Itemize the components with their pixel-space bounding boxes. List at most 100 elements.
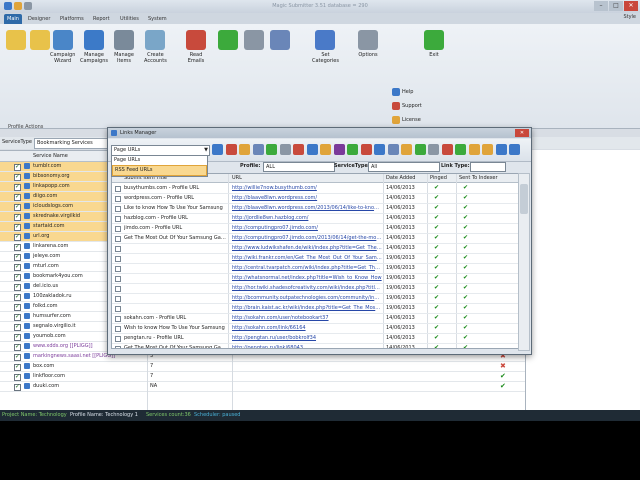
- row-checkbox[interactable]: [14, 272, 21, 281]
- toolbar-tool-icon[interactable]: [387, 144, 399, 155]
- link-row-checkbox[interactable]: [115, 246, 121, 252]
- toolbar-tool-icon[interactable]: [455, 144, 466, 155]
- link-row-checkbox[interactable]: [115, 296, 121, 302]
- link-url[interactable]: http://whatsnormal.net/index.php?title=W…: [232, 273, 382, 283]
- link-row-checkbox[interactable]: [115, 226, 121, 232]
- link-row-checkbox[interactable]: [115, 286, 121, 292]
- service-name-header[interactable]: Service Name: [33, 151, 68, 161]
- profile-filter-select[interactable]: ALL: [263, 162, 335, 172]
- toolbar-tool-icon[interactable]: [482, 144, 493, 155]
- toolbar-tool-icon[interactable]: [509, 144, 520, 155]
- link-row-checkbox[interactable]: [115, 196, 121, 202]
- link-url[interactable]: http://computingpro07.jimdo.com/2013/06/…: [232, 233, 382, 243]
- toolbar-tool-icon[interactable]: [225, 144, 237, 155]
- link-row-checkbox[interactable]: [115, 256, 121, 262]
- row-checkbox[interactable]: [14, 372, 21, 381]
- link-url[interactable]: http://hor.twiki.shadesofcreativity.com/…: [232, 283, 382, 293]
- campaign-wizard-button[interactable]: Campaign Wizard: [50, 30, 75, 64]
- row-checkbox[interactable]: [14, 312, 21, 321]
- tab-platforms[interactable]: Platforms: [60, 14, 84, 24]
- profile-button[interactable]: [6, 30, 26, 52]
- row-checkbox[interactable]: [14, 382, 21, 391]
- network-button[interactable]: [270, 30, 290, 52]
- row-checkbox[interactable]: [14, 342, 21, 351]
- row-checkbox[interactable]: [14, 352, 21, 361]
- help-button[interactable]: Help: [392, 88, 413, 96]
- link-url[interactable]: http://wiki.frankr.com/en/Get_The_Most_O…: [232, 253, 382, 263]
- link-row-checkbox[interactable]: [115, 326, 121, 332]
- minimize-button[interactable]: –: [594, 1, 608, 11]
- tab-main[interactable]: Main: [4, 14, 22, 24]
- toolbar-tool-icon[interactable]: [212, 144, 223, 155]
- row-checkbox[interactable]: [14, 332, 21, 341]
- table-row[interactable]: duuki.com NA ✔: [0, 382, 525, 392]
- style-menu[interactable]: Style: [623, 14, 636, 20]
- col-date-header[interactable]: Date Added: [386, 174, 415, 182]
- row-checkbox[interactable]: [14, 322, 21, 331]
- support-button[interactable]: Support: [392, 102, 422, 110]
- service-filter-select[interactable]: All: [368, 162, 440, 172]
- link-url[interactable]: http://central.tvarpatch.com/wiki/index.…: [232, 263, 382, 273]
- toolbar-tool-icon[interactable]: [293, 144, 304, 155]
- row-checkbox[interactable]: [14, 182, 21, 191]
- row-checkbox[interactable]: [14, 252, 21, 261]
- manage-items-button[interactable]: Manage Items: [114, 30, 134, 64]
- profile-button-2[interactable]: [30, 30, 50, 52]
- create-accounts-button[interactable]: Create Accounts: [144, 30, 167, 64]
- scrollbar-thumb[interactable]: [520, 184, 528, 214]
- link-url[interactable]: http://jordlie8wn.hazblog.com/: [232, 213, 382, 223]
- tab-utilities[interactable]: Utilities: [120, 14, 139, 24]
- row-checkbox[interactable]: [14, 262, 21, 271]
- link-row-checkbox[interactable]: [115, 236, 121, 242]
- options-button[interactable]: Options: [358, 30, 378, 58]
- toolbar-tool-icon[interactable]: [360, 144, 372, 155]
- run-button[interactable]: [218, 30, 238, 52]
- link-url[interactable]: http://pengtan.ru/user/bobkrolf34: [232, 333, 382, 343]
- table-row[interactable]: box.com 7 ✖: [0, 362, 525, 372]
- license-button[interactable]: License: [392, 116, 421, 124]
- link-url[interactable]: http://sokahn.com/link/66164: [232, 323, 382, 333]
- link-row-checkbox[interactable]: [115, 336, 121, 342]
- toolbar-tool-icon[interactable]: [441, 144, 453, 155]
- link-url[interactable]: http://www.ludwikshafen.de/wiki/index.ph…: [232, 243, 382, 253]
- link-row-checkbox[interactable]: [115, 206, 121, 212]
- set-categories-button[interactable]: Set Categories: [312, 30, 339, 64]
- link-row-checkbox[interactable]: [115, 346, 121, 348]
- row-checkbox[interactable]: [14, 192, 21, 201]
- link-url[interactable]: http://willie7now.busythumb.com/: [232, 183, 382, 193]
- toolbar-tool-icon[interactable]: [374, 144, 385, 155]
- settings-button[interactable]: [244, 30, 264, 52]
- toolbar-tool-icon[interactable]: [252, 144, 264, 155]
- link-url[interactable]: http://brain.kaist.ac.kr/wiki/index.php?…: [232, 303, 382, 313]
- toolbar-tool-icon[interactable]: [279, 144, 291, 155]
- row-checkbox[interactable]: [14, 282, 21, 291]
- toolbar-tool-icon[interactable]: [266, 144, 277, 155]
- toolbar-tool-icon[interactable]: [495, 144, 507, 155]
- link-row-checkbox[interactable]: [115, 186, 121, 192]
- read-emails-button[interactable]: Read Emails: [186, 30, 206, 64]
- row-checkbox[interactable]: [14, 162, 21, 171]
- row-checkbox[interactable]: [14, 292, 21, 301]
- tab-designer[interactable]: Designer: [28, 14, 50, 24]
- row-checkbox[interactable]: [14, 202, 21, 211]
- option-rss-feed-urls[interactable]: RSS Feed URLs: [112, 165, 207, 176]
- col-indexer-header[interactable]: Sent To Indexer: [459, 174, 498, 182]
- link-row-checkbox[interactable]: [115, 216, 121, 222]
- row-checkbox[interactable]: [14, 302, 21, 311]
- link-row[interactable]: Get The Most Out Of Your Samsung Galax ht…: [112, 343, 518, 348]
- toolbar-tool-icon[interactable]: [306, 144, 318, 155]
- maximize-button[interactable]: □: [609, 1, 623, 11]
- exit-button[interactable]: Exit: [424, 30, 444, 58]
- link-type-filter-select[interactable]: [470, 162, 506, 172]
- link-row-checkbox[interactable]: [115, 266, 121, 272]
- option-page-urls[interactable]: Page URLs: [112, 156, 207, 165]
- toolbar-tool-icon[interactable]: [239, 144, 250, 155]
- link-url[interactable]: http://blaave8lwn.wordpress.com/2013/06/…: [232, 203, 382, 213]
- links-grid-scrollbar[interactable]: [518, 173, 530, 351]
- link-row-checkbox[interactable]: [115, 276, 121, 282]
- toolbar-tool-icon[interactable]: [414, 144, 426, 155]
- link-row-checkbox[interactable]: [115, 316, 121, 322]
- toolbar-tool-icon[interactable]: [468, 144, 480, 155]
- toolbar-tool-icon[interactable]: [428, 144, 439, 155]
- row-checkbox[interactable]: [14, 242, 21, 251]
